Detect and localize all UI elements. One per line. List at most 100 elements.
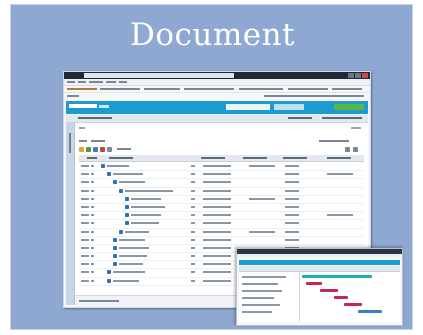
favorite-link[interactable] [332,88,362,90]
row-name-cell [131,222,159,225]
browser-menu-bar [64,79,370,86]
view-select[interactable] [91,140,105,142]
settings-icon[interactable] [345,147,350,152]
search-button[interactable] [274,104,304,110]
table-row[interactable] [79,188,364,196]
search-input[interactable] [226,104,270,110]
favorite-link[interactable] [288,88,328,90]
row-flag-icon [191,263,195,266]
options-link[interactable] [322,117,362,119]
row-date-cell [203,173,231,176]
gantt-task[interactable] [242,283,278,285]
column-header[interactable] [243,157,267,159]
add-document-icon[interactable] [86,147,91,152]
grid-search[interactable] [319,140,349,142]
row-name-cell [119,246,149,249]
column-header[interactable] [109,157,133,159]
row-date-cell [203,197,231,200]
gantt-task[interactable] [242,297,274,299]
sidebar-toggle[interactable] [69,133,71,153]
sidebar [66,123,75,305]
view-link[interactable] [288,117,312,119]
row-name-cell [131,197,161,200]
command-bar[interactable] [264,95,364,97]
row-checkbox [91,271,94,274]
filter-label [79,127,85,129]
row-id-cell [81,263,89,266]
document-icon [125,204,129,209]
row-name-cell [107,165,129,167]
row-checkbox [91,189,94,192]
row-flag-icon [191,255,195,258]
table-row[interactable] [79,171,364,180]
row-checkbox [91,279,94,282]
favorite-link[interactable] [67,88,97,90]
gantt-task-bar[interactable] [334,296,348,299]
refresh-icon[interactable] [353,147,358,152]
help-link[interactable] [351,127,361,129]
edit-icon[interactable] [107,147,112,152]
new-folder-icon[interactable] [79,147,84,152]
row-flag-icon [191,279,195,282]
column-header[interactable] [201,157,225,159]
row-size-cell [285,189,299,192]
menu-item[interactable] [78,81,86,83]
table-row[interactable] [79,204,364,213]
row-date-cell [203,255,231,258]
gantt-task-bar[interactable] [344,303,362,306]
maximize-icon[interactable] [355,73,361,78]
row-name-cell [113,271,145,274]
browser-address-bar[interactable] [84,73,234,78]
row-id-cell [81,173,89,176]
browser-toolbar [64,93,370,99]
gantt-task[interactable] [242,304,280,306]
gantt-task[interactable] [242,311,272,313]
gantt-summary-bar[interactable] [302,275,372,278]
gantt-task-bar[interactable] [306,282,322,285]
menu-item[interactable] [106,81,116,83]
table-row[interactable] [79,237,364,245]
delete-icon[interactable] [100,147,105,152]
column-header[interactable] [87,157,97,159]
table-row[interactable] [79,229,364,237]
action-button[interactable] [334,104,364,110]
menu-item[interactable] [89,81,103,83]
row-id-cell [81,271,89,274]
menu-item[interactable] [67,81,75,83]
table-row[interactable] [79,212,364,221]
document-icon [101,164,105,168]
column-header[interactable] [283,157,307,159]
actions-menu[interactable] [117,148,131,150]
favorite-link[interactable] [239,88,283,90]
row-owner-cell [249,197,275,200]
row-size-cell [285,197,299,200]
favorite-link[interactable] [144,88,180,90]
close-icon[interactable] [362,73,368,78]
row-checkbox [91,238,94,241]
gantt-task-bar[interactable] [358,310,382,313]
table-row[interactable] [79,179,364,188]
column-header[interactable] [327,157,351,159]
gantt-task-bar[interactable] [320,289,338,292]
row-size-cell [285,173,299,176]
gantt-task[interactable] [242,290,282,292]
row-id-cell [81,214,89,217]
gantt-window [236,248,403,326]
upload-icon[interactable] [93,147,98,152]
row-checkbox [91,205,94,208]
gantt-task[interactable] [242,276,286,278]
pager[interactable] [79,300,119,302]
breadcrumb[interactable] [78,117,112,119]
document-icon [113,237,117,242]
table-row[interactable] [79,196,364,204]
favorite-link[interactable] [100,88,140,90]
table-row[interactable] [79,220,364,229]
page-tab[interactable] [67,95,79,97]
minimize-icon[interactable] [348,73,354,78]
row-date-cell [203,246,231,249]
menu-item[interactable] [119,81,127,83]
row-id-cell [81,279,89,282]
favorite-link[interactable] [184,88,234,90]
table-row[interactable] [79,163,364,172]
grid-toolbar [79,137,364,145]
